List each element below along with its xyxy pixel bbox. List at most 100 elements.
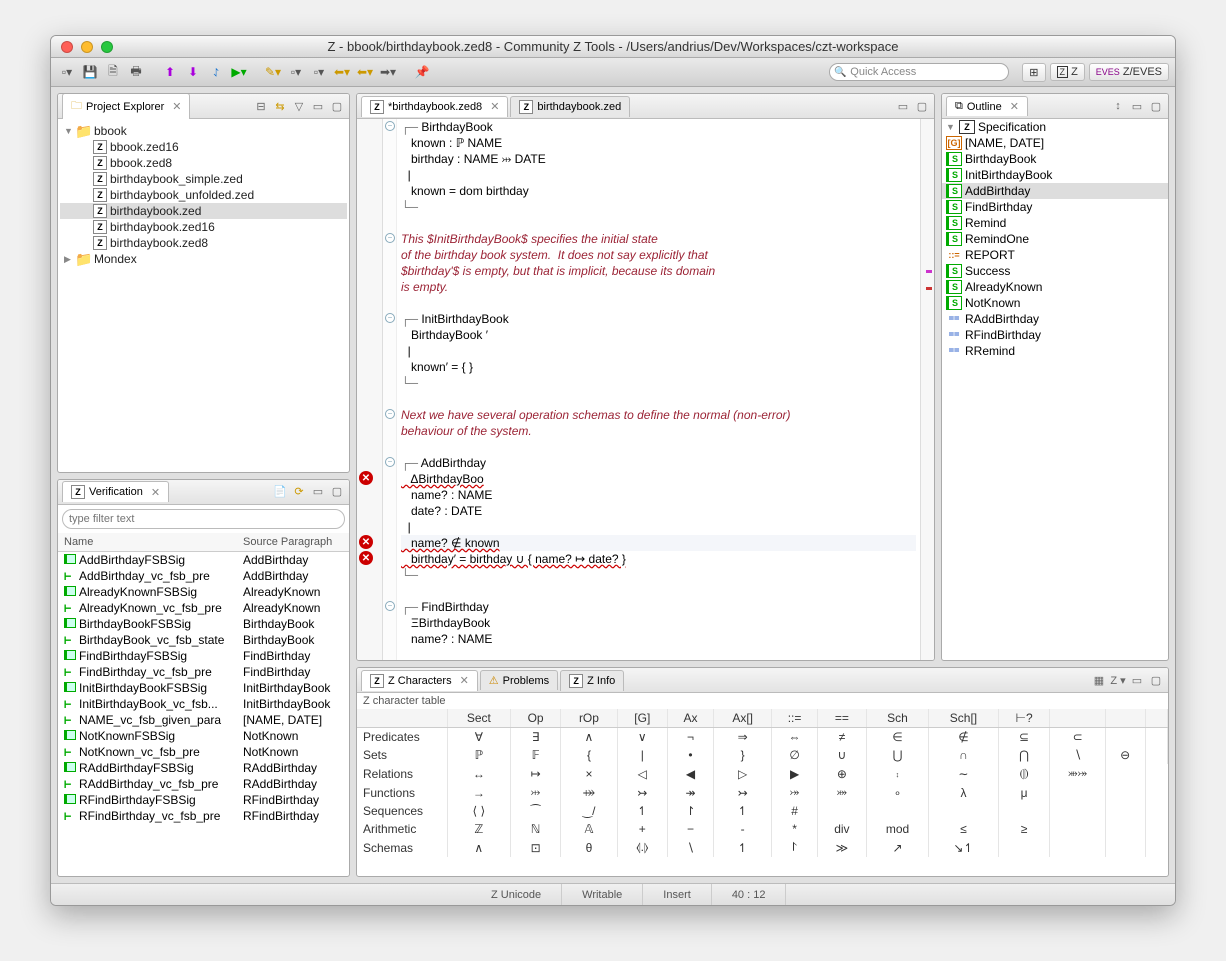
fold-toggle[interactable]: − <box>385 313 395 323</box>
save-button[interactable]: 💾 <box>80 62 100 82</box>
z-char-cell[interactable]: ⊡ <box>511 838 561 857</box>
z-char-cell[interactable]: ⊖ <box>1105 746 1145 764</box>
z-char-cell[interactable]: # <box>772 802 818 820</box>
z-header[interactable]: Op <box>511 709 561 728</box>
z-char-cell[interactable] <box>1105 783 1145 802</box>
editor-tab[interactable]: Z*birthdaybook.zed8✕ <box>361 96 508 117</box>
print-button[interactable]: 🖶 <box>126 62 146 82</box>
code-line[interactable]: name? : NAME <box>401 487 916 503</box>
file-item[interactable]: Zbbook.zed8 <box>60 155 347 171</box>
code-line[interactable]: BirthdayBook ′ <box>401 327 916 343</box>
pin-icon[interactable]: 📌 <box>412 62 432 82</box>
z-header[interactable] <box>1145 709 1167 728</box>
zoom-window-button[interactable] <box>101 41 113 53</box>
verification-row[interactable]: NotKnownFSBSigNotKnown <box>58 728 349 744</box>
new-button[interactable]: ▫▾ <box>57 62 77 82</box>
z-char-cell[interactable]: ↣ <box>714 783 772 802</box>
run-button[interactable]: ▶▾ <box>229 62 249 82</box>
z-char-cell[interactable]: ≥ <box>998 820 1050 838</box>
verification-row[interactable]: RFindBirthdayFSBSigRFindBirthday <box>58 792 349 808</box>
outline-item[interactable]: ==RRemind <box>942 343 1168 359</box>
z-tab[interactable]: ZZ Info <box>560 670 624 691</box>
code-line[interactable] <box>401 391 916 407</box>
verification-row[interactable]: BirthdayBookFSBSigBirthdayBook <box>58 616 349 632</box>
z-char-cell[interactable]: θ <box>561 838 618 857</box>
outline-root[interactable]: ▼ZSpecification <box>942 119 1168 135</box>
z-char-cell[interactable]: • <box>667 746 713 764</box>
z-char-cell[interactable]: ⋂ <box>998 746 1050 764</box>
code-line[interactable]: of the birthday book system. It does not… <box>401 247 916 263</box>
close-icon[interactable]: ✕ <box>490 100 499 113</box>
verification-row[interactable]: ⊢RFindBirthday_vc_fsb_preRFindBirthday <box>58 808 349 824</box>
fwd-nav-button[interactable]: ⬅▾ <box>355 62 375 82</box>
file-item[interactable]: Zbirthdaybook.zed16 <box>60 219 347 235</box>
wand-icon[interactable]: ✎▾ <box>263 62 283 82</box>
z-header[interactable]: Sect <box>447 709 511 728</box>
code-line[interactable]: known = dom birthday <box>401 183 916 199</box>
z-header[interactable]: == <box>818 709 867 728</box>
z-char-cell[interactable]: ∅ <box>772 746 818 764</box>
z-char-cell[interactable] <box>998 802 1050 820</box>
fold-toggle[interactable]: − <box>385 601 395 611</box>
code-line[interactable]: known′ = { } <box>401 359 916 375</box>
maximize-icon[interactable]: ▢ <box>914 100 930 113</box>
code-line[interactable] <box>401 583 916 599</box>
outline-item[interactable]: SBirthdayBook <box>942 151 1168 167</box>
z-char-cell[interactable] <box>1050 838 1105 857</box>
z-char-cell[interactable]: ↿ <box>617 802 667 820</box>
z-char-cell[interactable] <box>1145 746 1167 764</box>
z-char-cell[interactable]: ∘ <box>866 783 929 802</box>
z-char-cell[interactable]: ℙ <box>447 746 511 764</box>
save-all-button[interactable]: 🗎 <box>103 62 123 82</box>
z-char-cell[interactable] <box>929 802 998 820</box>
z-char-cell[interactable]: ⤗ <box>818 783 867 802</box>
minimize-icon[interactable]: ▭ <box>1129 674 1145 687</box>
minimize-window-button[interactable] <box>81 41 93 53</box>
code-line[interactable]: | <box>401 167 916 183</box>
overview-mark[interactable] <box>926 270 932 273</box>
close-window-button[interactable] <box>61 41 73 53</box>
link-editor-icon[interactable]: ⇆ <box>272 100 288 113</box>
minimize-icon[interactable]: ▭ <box>1129 100 1145 113</box>
z-char-cell[interactable]: mod <box>866 820 929 838</box>
z-char-cell[interactable]: ⋃ <box>866 746 929 764</box>
code-line[interactable]: Next we have several operation schemas t… <box>401 407 916 423</box>
z-char-cell[interactable]: } <box>714 746 772 764</box>
z-char-cell[interactable]: 𝔸 <box>561 820 618 838</box>
verification-row[interactable]: RAddBirthdayFSBSigRAddBirthday <box>58 760 349 776</box>
z-char-cell[interactable]: * <box>772 820 818 838</box>
code-line[interactable]: | <box>401 343 916 359</box>
z-char-cell[interactable]: ∃ <box>511 728 561 747</box>
outline-item[interactable]: SInitBirthdayBook <box>942 167 1168 183</box>
z-char-cell[interactable]: ∖ <box>667 838 713 857</box>
minimize-icon[interactable]: ▭ <box>310 100 326 113</box>
z-header[interactable] <box>1050 709 1105 728</box>
z-char-cell[interactable]: ⊕ <box>818 764 867 783</box>
z-char-cell[interactable]: ⤖ <box>772 783 818 802</box>
error-marker-icon[interactable]: ✕ <box>359 471 373 485</box>
file-item[interactable]: Zbirthdaybook.zed8 <box>60 235 347 251</box>
z-char-cell[interactable]: ▶ <box>772 764 818 783</box>
z-char-cell[interactable]: ⨾ <box>866 764 929 783</box>
z-char-cell[interactable]: ◁ <box>617 764 667 783</box>
back-nav-button[interactable]: ⬅▾ <box>332 62 352 82</box>
z-char-cell[interactable]: - <box>714 820 772 838</box>
z-char-cell[interactable]: 𝔽 <box>511 746 561 764</box>
z-char-cell[interactable]: ⁀ <box>511 802 561 820</box>
fwd2-button[interactable]: ➡▾ <box>378 62 398 82</box>
minimize-icon[interactable]: ▭ <box>895 100 911 113</box>
z-char-cell[interactable] <box>1145 728 1167 747</box>
code-line[interactable]: is empty. <box>401 279 916 295</box>
fold-toggle[interactable]: − <box>385 121 395 131</box>
z-header[interactable]: Ax <box>667 709 713 728</box>
outline-item[interactable]: ==RAddBirthday <box>942 311 1168 327</box>
verification-row[interactable]: ⊢RAddBirthday_vc_fsb_preRAddBirthday <box>58 776 349 792</box>
close-icon[interactable]: ✕ <box>151 486 160 499</box>
maximize-icon[interactable]: ▢ <box>1148 100 1164 113</box>
z-header[interactable]: rOp <box>561 709 618 728</box>
file-item[interactable]: Zbirthdaybook.zed <box>60 203 347 219</box>
tree-folder[interactable]: ▶📁Mondex <box>60 251 347 267</box>
close-icon[interactable]: ✕ <box>172 100 181 113</box>
verification-row[interactable]: ⊢AlreadyKnown_vc_fsb_preAlreadyKnown <box>58 600 349 616</box>
code-line[interactable]: | <box>401 519 916 535</box>
